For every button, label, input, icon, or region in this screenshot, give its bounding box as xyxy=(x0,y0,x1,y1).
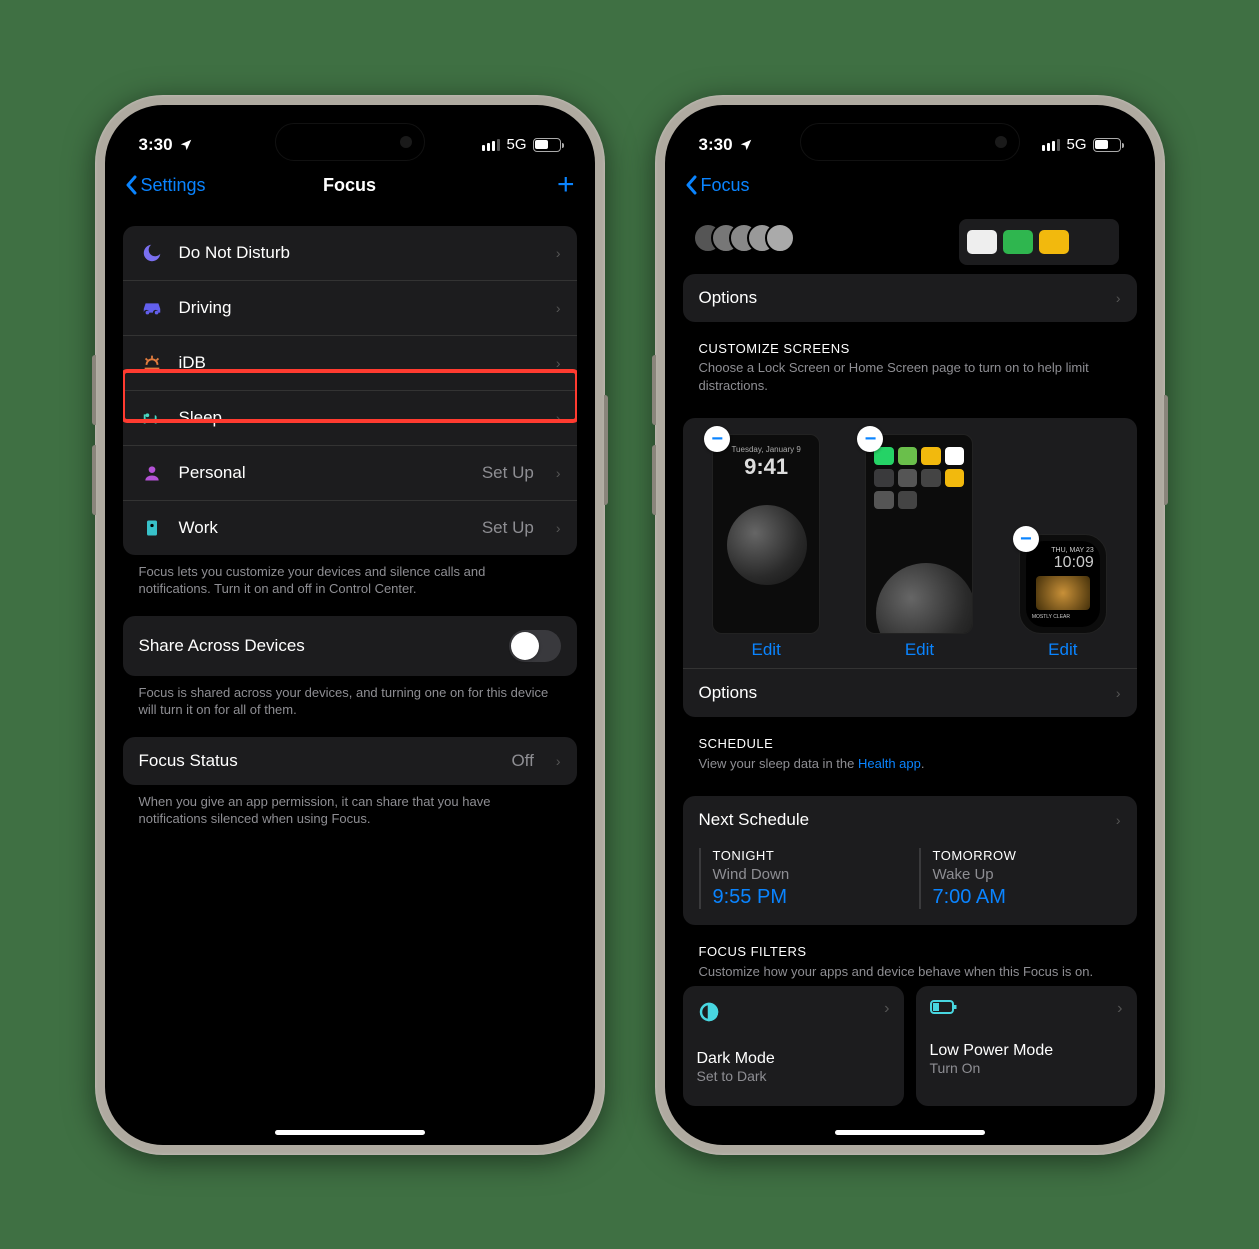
chevron-right-icon: › xyxy=(1117,1000,1122,1018)
edit-lock-screen[interactable]: Edit xyxy=(752,640,781,660)
phone-right: 3:30 5G Focus Optio xyxy=(655,95,1165,1155)
back-button[interactable]: Focus xyxy=(685,175,750,196)
sunrise-icon xyxy=(139,350,165,376)
battery-icon xyxy=(1093,138,1121,152)
battery-icon xyxy=(533,138,561,152)
share-across-devices[interactable]: Share Across Devices xyxy=(123,616,577,676)
location-icon xyxy=(739,138,753,152)
location-icon xyxy=(179,138,193,152)
chevron-right-icon: › xyxy=(884,1000,889,1018)
chevron-right-icon: › xyxy=(556,245,561,261)
share-group: Share Across Devices xyxy=(123,616,577,676)
edit-home-screen[interactable]: Edit xyxy=(905,640,934,660)
focus-list-footer: Focus lets you customize your devices an… xyxy=(123,555,577,598)
watch-face-thumb[interactable]: − THU, MAY 23 10:09 MOSTLY CLEAR Edit xyxy=(1019,534,1107,660)
chevron-right-icon: › xyxy=(1116,685,1121,701)
chevron-right-icon: › xyxy=(1116,812,1121,828)
schedule-header: SCHEDULE View your sleep data in the Hea… xyxy=(683,717,1137,778)
next-schedule-row[interactable]: Next Schedule › xyxy=(683,796,1137,844)
filter-dark-mode[interactable]: › Dark Mode Set to Dark xyxy=(683,986,904,1106)
status-time: 3:30 xyxy=(699,135,733,155)
phone-left: 3:30 5G Settings Focus + xyxy=(95,95,605,1155)
status-group: Focus Status Off › xyxy=(123,737,577,785)
health-app-link[interactable]: Health app xyxy=(858,756,921,771)
chevron-right-icon: › xyxy=(556,410,561,426)
person-icon xyxy=(139,460,165,486)
chevron-right-icon: › xyxy=(556,465,561,481)
screen-sleep-focus: 3:30 5G Focus Optio xyxy=(665,105,1155,1145)
focus-personal[interactable]: Personal Set Up › xyxy=(123,445,577,500)
focus-list: Do Not Disturb › Driving › iDB › xyxy=(123,226,577,555)
home-indicator[interactable] xyxy=(275,1130,425,1135)
remove-watch-face[interactable]: − xyxy=(1013,526,1039,552)
moon-icon xyxy=(139,240,165,266)
nav-bar: Focus xyxy=(665,165,1155,200)
allowed-apps-peek xyxy=(959,219,1119,265)
home-screen-thumb[interactable]: − Edit xyxy=(865,434,973,660)
nav-bar: Settings Focus + xyxy=(105,165,595,208)
focus-driving[interactable]: Driving › xyxy=(123,280,577,335)
customize-header: CUSTOMIZE SCREENS Choose a Lock Screen o… xyxy=(683,322,1137,401)
bed-icon xyxy=(139,405,165,431)
network-label: 5G xyxy=(1066,136,1086,153)
focus-do-not-disturb[interactable]: Do Not Disturb › xyxy=(123,226,577,280)
edit-watch-face[interactable]: Edit xyxy=(1048,640,1077,660)
dark-mode-icon xyxy=(697,1000,890,1024)
focus-idb[interactable]: iDB › xyxy=(123,335,577,390)
badge-icon xyxy=(139,515,165,541)
network-label: 5G xyxy=(506,136,526,153)
schedule-details: TONIGHT Wind Down 9:55 PM TOMORROW Wake … xyxy=(683,844,1137,925)
dynamic-island xyxy=(800,123,1020,161)
focus-work[interactable]: Work Set Up › xyxy=(123,500,577,555)
focus-sleep[interactable]: Sleep › xyxy=(123,390,577,445)
chevron-right-icon: › xyxy=(556,520,561,536)
car-icon xyxy=(139,295,165,321)
filters-header: FOCUS FILTERS Customize how your apps an… xyxy=(683,925,1137,986)
low-power-icon xyxy=(930,1000,1123,1016)
back-button[interactable]: Settings xyxy=(125,175,206,196)
home-indicator[interactable] xyxy=(835,1130,985,1135)
nav-title: Focus xyxy=(323,175,376,196)
status-footer: When you give an app permission, it can … xyxy=(123,785,577,828)
customize-screens-group: − Tuesday, January 9 9:41 Edit − xyxy=(683,418,1137,717)
options-group-top: Options › xyxy=(683,274,1137,322)
chevron-right-icon: › xyxy=(556,300,561,316)
add-button[interactable]: + xyxy=(557,175,575,195)
lock-screen-thumb[interactable]: − Tuesday, January 9 9:41 Edit xyxy=(712,434,820,660)
focus-status-row[interactable]: Focus Status Off › xyxy=(123,737,577,785)
dynamic-island xyxy=(275,123,425,161)
schedule-group: Next Schedule › TONIGHT Wind Down 9:55 P… xyxy=(683,796,1137,925)
chevron-right-icon: › xyxy=(556,355,561,371)
chevron-right-icon: › xyxy=(1116,290,1121,306)
status-time: 3:30 xyxy=(139,135,173,155)
options-row-2[interactable]: Options › xyxy=(683,668,1137,717)
filter-low-power[interactable]: › Low Power Mode Turn On xyxy=(916,986,1137,1106)
screen-focus-list: 3:30 5G Settings Focus + xyxy=(105,105,595,1145)
options-row[interactable]: Options › xyxy=(683,274,1137,322)
share-toggle[interactable] xyxy=(509,630,561,662)
allowed-people-peek xyxy=(705,223,795,253)
signal-icon xyxy=(1042,139,1060,151)
signal-icon xyxy=(482,139,500,151)
share-footer: Focus is shared across your devices, and… xyxy=(123,676,577,719)
chevron-right-icon: › xyxy=(556,753,561,769)
